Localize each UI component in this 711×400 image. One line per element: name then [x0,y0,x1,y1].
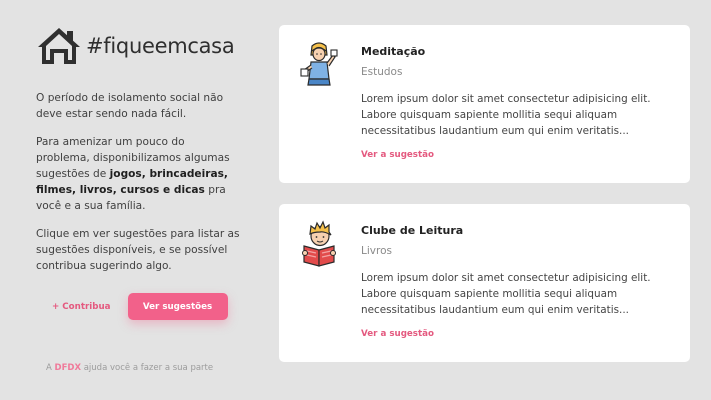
house-icon [38,28,80,64]
actions: + Contribua Ver sugestões [52,293,228,320]
intro-paragraph-1: O período de isolamento social não deve … [36,92,224,120]
meditation-person-icon [300,42,338,86]
intro-paragraph-2: Para amenizar um pouco do problema, disp… [36,134,241,214]
card-description: Lorem ipsum dolor sit amet consectetur a… [361,93,651,137]
logo: #fiqueemcasa [36,24,241,68]
view-suggestion-link[interactable]: Ver a sugestão [361,150,434,160]
card-body: Clube de Leitura Livros Lorem ipsum dolo… [361,224,671,340]
footer-brand[interactable]: DFDX [55,363,81,373]
card-description: Lorem ipsum dolor sit amet consectetur a… [361,272,651,316]
card-body: Meditação Estudos Lorem ipsum dolor sit … [361,45,671,161]
logo-title: #fiqueemcasa [86,34,235,58]
card-title: Clube de Leitura [361,224,464,237]
intro-paragraph-3: Clique em ver sugestões para listar as s… [36,228,240,272]
footer-prefix: A [46,363,55,373]
intro-panel: #fiqueemcasa O período de isolamento soc… [36,24,241,286]
view-suggestions-button[interactable]: Ver sugestões [127,293,228,320]
card-title: Meditação [361,45,426,58]
footer-note: A DFDX ajuda você a fazer a sua parte [46,363,213,373]
view-suggestion-link[interactable]: Ver a sugestão [361,329,434,339]
footer-suffix: ajuda você a fazer a sua parte [81,363,214,373]
intro-text: O período de isolamento social não deve … [36,90,241,274]
suggestion-card: Clube de Leitura Livros Lorem ipsum dolo… [279,204,690,362]
contribute-button[interactable]: + Contribua [52,302,111,312]
card-category: Estudos [361,66,403,78]
reading-boy-icon [302,220,336,267]
card-category: Livros [361,245,392,257]
suggestion-card: Meditação Estudos Lorem ipsum dolor sit … [279,25,690,183]
